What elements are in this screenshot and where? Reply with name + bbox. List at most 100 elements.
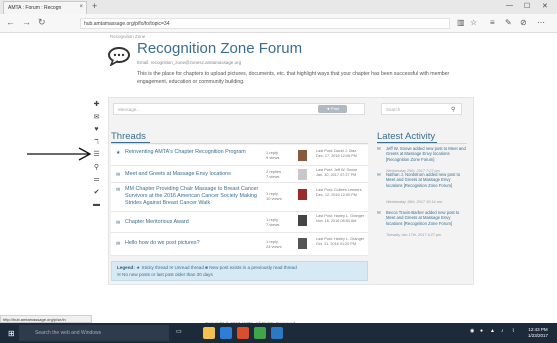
reading-view-icon[interactable]: ▥ xyxy=(457,18,465,27)
table-row[interactable]: ✉ Meet and Greets at Massage Envy locatio… xyxy=(111,166,368,183)
activity-text[interactable]: Nathan J. Nordstrom added new post to Me… xyxy=(386,172,468,188)
thread-counts: 1 reply 9 views xyxy=(266,150,280,160)
clock-time: 12:43 PM xyxy=(528,327,548,332)
avatar[interactable] xyxy=(298,150,307,161)
legend-label: Legend: xyxy=(117,265,135,270)
legend-box: Legend: ★ Sticky thread ✉ Unread thread … xyxy=(111,261,368,281)
avatar[interactable] xyxy=(298,215,307,226)
thread-status-icon: ★ xyxy=(116,150,121,156)
thread-title-link[interactable]: Reinventing AMTA's Chapter Recognition P… xyxy=(125,149,260,156)
last-post-info[interactable]: Last Post: Jeff W. Snove Jan. 30, 2017 0… xyxy=(316,168,368,178)
status-url: http://hub.amtamassage.org/p/se/in xyxy=(0,315,92,323)
volume-icon[interactable]: ♪ xyxy=(501,328,504,334)
thread-counts: 1 reply 24 views xyxy=(266,239,282,249)
table-row[interactable]: ★ Reinventing AMTA's Chapter Recognition … xyxy=(111,145,368,166)
last-post-info[interactable]: Last Post: Harley L. Granger Oct. 31, 20… xyxy=(316,237,368,247)
hub-icon[interactable]: ≡ xyxy=(490,18,495,27)
tray-icon-1[interactable]: ● xyxy=(480,328,483,334)
legend-line-2: ✉ No new posts or last post older than 3… xyxy=(117,271,213,277)
tab-close-icon[interactable]: × xyxy=(79,4,83,10)
last-post-info[interactable]: Last Post: Harley L. Granger Nov. 16, 20… xyxy=(316,214,368,224)
page-title: Recognition Zone Forum xyxy=(137,40,303,57)
activity-chat-icon: ✉ xyxy=(377,146,381,151)
check-icon[interactable]: ✔ xyxy=(88,187,105,200)
table-row[interactable]: ✉ MM Chapter Providing Chair Massage to B… xyxy=(111,183,368,212)
search-input[interactable]: Search xyxy=(381,103,462,115)
maximize-icon[interactable]: ☐ xyxy=(524,2,530,10)
taskbar: ⊞ Search the web and Windows ▭ ◉ ● ▲ ♪ ⌇… xyxy=(0,323,557,343)
refresh-icon[interactable]: ↻ xyxy=(38,17,46,28)
taskbar-clock[interactable]: 12:43 PM 1/23/2017 xyxy=(528,327,548,338)
thread-counts: 2 replies 7 views xyxy=(266,169,282,179)
forum-email[interactable]: Email: recognition_zone@zonesz.amtamassa… xyxy=(137,60,241,65)
windows-start-icon[interactable]: ⊞ xyxy=(8,329,15,338)
activity-chat-icon: ✉ xyxy=(377,210,381,215)
forum-chat-icon xyxy=(108,47,130,66)
thread-status-icon: ✉ xyxy=(116,187,121,193)
search-icon[interactable]: ⚲ xyxy=(451,106,455,113)
activity-divider xyxy=(377,143,467,144)
address-bar: ← → ↻ hub.amtamassage.org/p/fo/to/topic=… xyxy=(0,14,557,33)
thread-title-link[interactable]: MM Chapter Providing Chair Massage to Br… xyxy=(125,186,260,207)
last-post-info[interactable]: Last Post: David J. Diaz Dec. 17, 2016 1… xyxy=(316,149,368,159)
minimize-icon[interactable]: — xyxy=(506,2,513,9)
threads-divider xyxy=(111,143,368,144)
threads-heading: Threads xyxy=(111,131,150,143)
web-note-icon[interactable]: ✎ xyxy=(505,18,512,27)
search-icon-side[interactable]: ⚲ xyxy=(88,162,105,175)
activity-time: Tuesday Jan 17th, 2017 4:27 pm xyxy=(386,233,442,237)
more-icon[interactable]: ⋯ xyxy=(537,18,545,27)
screenshot: AMTA : Forum : Recogn × + — ☐ ✕ ← → ↻ hu… xyxy=(0,0,557,343)
store-icon[interactable] xyxy=(254,327,266,339)
close-window-icon[interactable]: ✕ xyxy=(542,2,548,10)
forward-icon[interactable]: → xyxy=(22,17,31,27)
activity-heading: Latest Activity xyxy=(377,131,438,143)
thread-status-icon: ✉ xyxy=(116,241,121,247)
wifi-icon[interactable]: ⌇ xyxy=(512,328,514,334)
post-button[interactable]: ◄ Post xyxy=(318,105,347,113)
add-icon[interactable]: ✚ xyxy=(88,99,105,112)
back-icon[interactable]: ← xyxy=(6,17,15,27)
thread-counts: 1 reply 7 views xyxy=(266,217,280,227)
thread-title-link[interactable]: Meet and Greets at Massage Envy location… xyxy=(125,171,260,178)
tab-title: AMTA : Forum : Recogn xyxy=(8,5,62,11)
taskbar-search[interactable]: Search the web and Windows xyxy=(19,325,169,341)
avatar[interactable] xyxy=(298,169,307,180)
heart-icon[interactable]: ♥ xyxy=(88,124,105,137)
legend-line-1: ★ Sticky thread ✉ Unread thread ■ New po… xyxy=(136,265,297,270)
activity-text[interactable]: Becca Travis-Barber added new post to Me… xyxy=(386,210,468,226)
thread-status-icon: ✉ xyxy=(116,220,121,226)
forum-description: This is the place for chapters to upload… xyxy=(137,71,450,85)
file-explorer-icon[interactable] xyxy=(203,327,215,339)
more-dash-icon[interactable]: ▬ xyxy=(88,199,105,212)
favorite-star-icon[interactable]: ☆ xyxy=(470,18,477,27)
tray-icon-2[interactable]: ▲ xyxy=(490,328,495,334)
task-view-icon[interactable]: ▭ xyxy=(176,328,182,335)
annotation-arrow-icon xyxy=(27,147,92,161)
activity-time: Wednesday 18th, 2017 10:14 am xyxy=(386,200,442,204)
filter-icon[interactable]: ⚌ xyxy=(88,174,105,187)
last-post-info[interactable]: Last Post: Colleen Leeders Dec. 12, 2016… xyxy=(316,188,368,198)
url-field[interactable]: hub.amtamassage.org/p/fo/to/topic=34 xyxy=(80,18,450,29)
thread-title-link[interactable]: Hello how do we post pictures? xyxy=(125,240,260,247)
avatar[interactable] xyxy=(298,189,307,200)
activity-chat-icon: ✉ xyxy=(377,172,381,177)
network-icon[interactable]: ◉ xyxy=(470,328,474,334)
thread-status-icon: ✉ xyxy=(116,172,121,178)
table-row[interactable]: ✉ Chapter Meritorious Award 1 reply 7 view… xyxy=(111,212,368,233)
clock-date: 1/23/2017 xyxy=(528,332,549,338)
table-row[interactable]: ✉ Hello how do we post pictures? 1 reply 2… xyxy=(111,233,368,256)
tab-bar: AMTA : Forum : Recogn × + — ☐ ✕ xyxy=(0,0,557,14)
thread-counts: 1 reply 10 views xyxy=(266,191,282,201)
chrome-icon[interactable] xyxy=(237,327,249,339)
activity-text[interactable]: Jeff W. Snove added new post to Meet and… xyxy=(386,146,468,162)
mail-app-icon[interactable] xyxy=(271,327,283,339)
new-tab-icon[interactable]: + xyxy=(92,1,97,11)
breadcrumb[interactable]: Recognition Zone xyxy=(110,34,145,39)
thread-title-link[interactable]: Chapter Meritorious Award xyxy=(125,219,260,226)
avatar[interactable] xyxy=(298,238,307,249)
edge-icon[interactable] xyxy=(220,327,232,339)
browser-tab[interactable]: AMTA : Forum : Recogn × xyxy=(3,1,87,14)
mail-icon[interactable]: ✉ xyxy=(88,112,105,125)
share-icon[interactable]: ⊘ xyxy=(520,18,527,27)
